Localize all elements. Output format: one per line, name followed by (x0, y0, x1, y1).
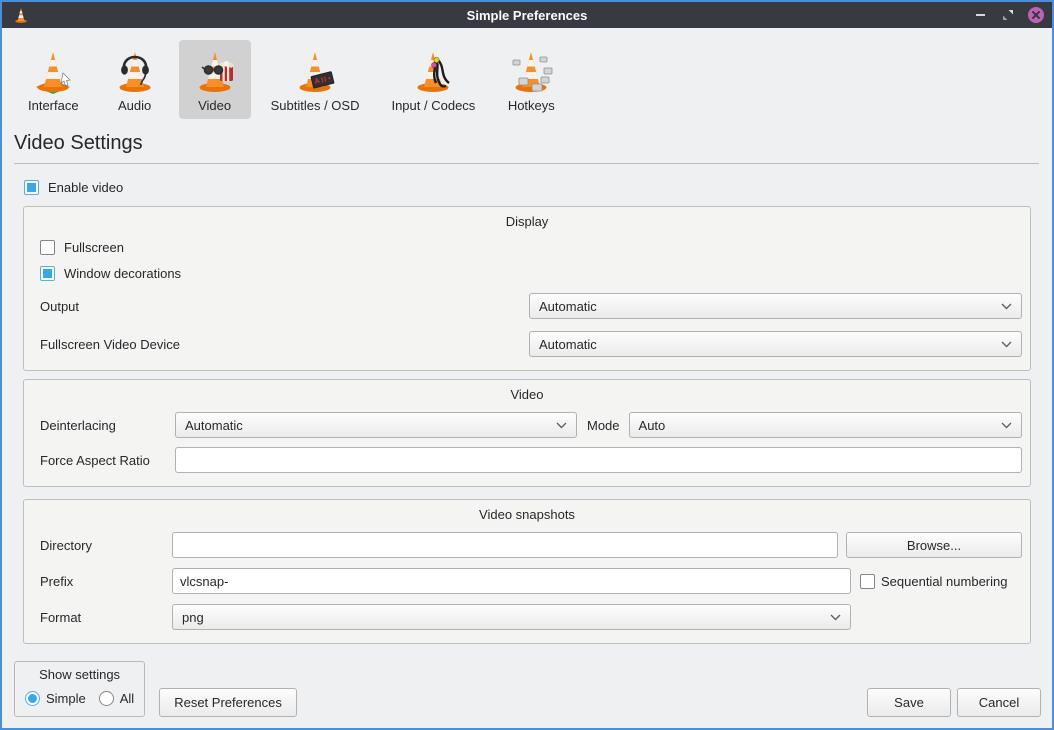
reset-preferences-button[interactable]: Reset Preferences (159, 688, 297, 717)
force-aspect-ratio-label: Force Aspect Ratio (40, 453, 175, 468)
enable-video-row[interactable]: Enable video (24, 180, 1052, 195)
deinterlacing-dropdown[interactable]: Automatic (175, 412, 577, 438)
tab-label: Video (198, 98, 231, 113)
output-value: Automatic (539, 299, 597, 314)
format-row: Format png (32, 604, 1022, 630)
vlc-cone-codecs-icon (409, 47, 457, 95)
directory-row: Directory Browse... (32, 532, 1022, 558)
vlc-cone-subtitles-icon (291, 47, 339, 95)
display-groupbox: Display Fullscreen Window decorations Ou… (23, 206, 1031, 371)
enable-video-label: Enable video (48, 180, 123, 195)
window-title: Simple Preferences (2, 8, 1052, 23)
directory-input[interactable] (172, 532, 838, 558)
tab-interface[interactable]: Interface (16, 40, 91, 119)
fullscreen-checkbox[interactable] (40, 240, 55, 255)
radio-all[interactable]: All (99, 691, 134, 706)
fullscreen-video-device-row: Fullscreen Video Device Automatic (32, 331, 1022, 357)
prefix-input[interactable] (172, 568, 851, 594)
close-icon[interactable] (1028, 7, 1044, 23)
maximize-icon[interactable] (1000, 7, 1016, 23)
tab-input-codecs[interactable]: Input / Codecs (379, 40, 487, 119)
page-title: Video Settings (14, 132, 1040, 155)
format-value: png (182, 610, 204, 625)
vlc-cone-icon (12, 6, 30, 24)
tab-label: Audio (118, 98, 151, 113)
directory-label: Directory (40, 538, 172, 553)
deinterlacing-value: Automatic (185, 418, 243, 433)
display-group-title: Display (32, 214, 1022, 229)
titlebar: Simple Preferences (2, 2, 1052, 28)
footer-bar: Show settings Simple All Reset Preferenc… (2, 661, 1052, 728)
tab-label: Hotkeys (508, 98, 555, 113)
browse-button[interactable]: Browse... (846, 532, 1022, 558)
deinterlacing-row: Deinterlacing Automatic Mode Auto (32, 412, 1022, 438)
minimize-icon[interactable] (972, 7, 988, 23)
output-row: Output Automatic (32, 293, 1022, 319)
window-decorations-row[interactable]: Window decorations (40, 266, 1022, 281)
video-group-title: Video (32, 387, 1022, 402)
tab-label: Subtitles / OSD (271, 98, 360, 113)
radio-simple[interactable]: Simple (25, 691, 86, 706)
output-dropdown[interactable]: Automatic (529, 293, 1022, 319)
force-aspect-ratio-input[interactable] (175, 447, 1022, 473)
simple-radio[interactable] (25, 691, 40, 706)
prefix-label: Prefix (40, 574, 172, 589)
tab-label: Input / Codecs (391, 98, 475, 113)
enable-video-checkbox[interactable] (24, 180, 39, 195)
chevron-down-icon (1001, 341, 1012, 348)
all-radio[interactable] (99, 691, 114, 706)
force-aspect-ratio-row: Force Aspect Ratio (32, 447, 1022, 473)
mode-label: Mode (587, 418, 620, 433)
fullscreen-video-device-dropdown[interactable]: Automatic (529, 331, 1022, 357)
mode-value: Auto (639, 418, 666, 433)
format-label: Format (40, 610, 172, 625)
chevron-down-icon (1001, 422, 1012, 429)
tab-subtitles-osd[interactable]: Subtitles / OSD (259, 40, 372, 119)
all-radio-label: All (120, 691, 134, 706)
window-controls (972, 7, 1044, 23)
cancel-button[interactable]: Cancel (957, 688, 1041, 717)
preferences-window: Simple Preferences (0, 0, 1054, 730)
format-dropdown[interactable]: png (172, 604, 851, 630)
sequential-numbering-label: Sequential numbering (881, 574, 1007, 589)
mode-dropdown[interactable]: Auto (629, 412, 1022, 438)
tab-label: Interface (28, 98, 79, 113)
tab-video[interactable]: Video (179, 40, 251, 119)
tab-audio[interactable]: Audio (99, 40, 171, 119)
fullscreen-row[interactable]: Fullscreen (40, 240, 1022, 255)
vlc-cone-hotkeys-icon (507, 47, 555, 95)
save-button[interactable]: Save (867, 688, 951, 717)
deinterlacing-label: Deinterlacing (40, 418, 175, 433)
fullscreen-video-device-value: Automatic (539, 337, 597, 352)
preferences-toolbar: Interface Audio (2, 28, 1052, 119)
window-decorations-checkbox[interactable] (40, 266, 55, 281)
sequential-numbering-checkbox[interactable] (860, 574, 875, 589)
window-decorations-label: Window decorations (64, 266, 181, 281)
show-settings-title: Show settings (25, 667, 134, 682)
tab-hotkeys[interactable]: Hotkeys (495, 40, 567, 119)
vlc-cone-audio-icon (111, 47, 159, 95)
fullscreen-video-device-label: Fullscreen Video Device (40, 337, 180, 352)
sequential-numbering-row[interactable]: Sequential numbering (860, 574, 1007, 589)
video-groupbox: Video Deinterlacing Automatic Mode Auto … (23, 379, 1031, 487)
show-settings-groupbox: Show settings Simple All (14, 661, 145, 717)
video-snapshots-groupbox: Video snapshots Directory Browse... Pref… (23, 499, 1031, 644)
vlc-cone-interface-icon (29, 47, 77, 95)
chevron-down-icon (830, 614, 841, 621)
heading-divider (14, 163, 1039, 164)
simple-radio-label: Simple (46, 691, 86, 706)
vlc-cone-video-icon (191, 47, 239, 95)
prefix-row: Prefix Sequential numbering (32, 568, 1022, 594)
chevron-down-icon (1001, 303, 1012, 310)
video-snapshots-group-title: Video snapshots (32, 507, 1022, 522)
fullscreen-label: Fullscreen (64, 240, 124, 255)
output-label: Output (40, 299, 79, 314)
chevron-down-icon (556, 422, 567, 429)
